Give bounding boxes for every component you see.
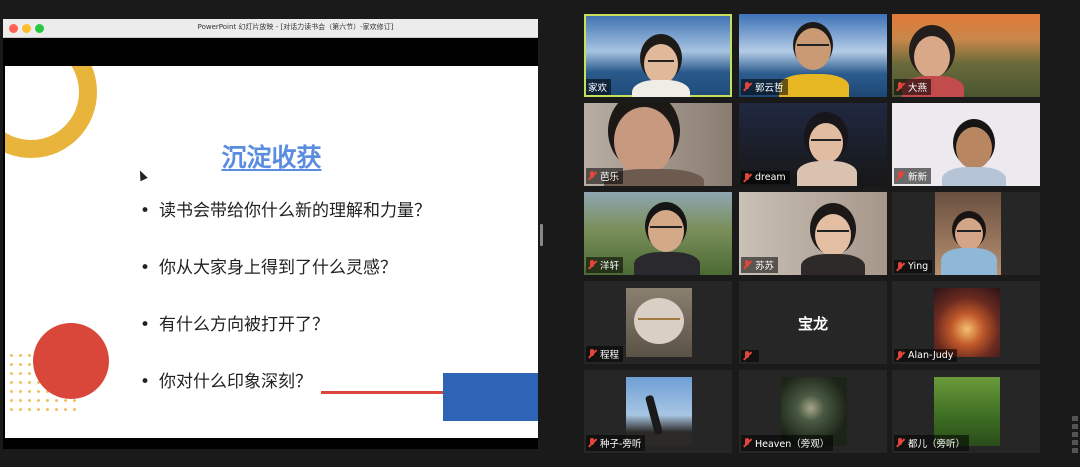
participant-video [935, 192, 1001, 275]
decorative-blue-block [443, 373, 538, 421]
presentation-slide: 沉淀收获 读书会带给你什么新的理解和力量？ 你从大家身上得到了什么灵感？ 有什么… [5, 66, 538, 438]
slide-title: 沉淀收获 [221, 143, 322, 172]
avatar-image [626, 288, 692, 357]
participant-name: Alan-Judy [894, 349, 958, 362]
video-tile[interactable]: 苏苏 [739, 192, 887, 275]
zoom-window-button[interactable] [35, 24, 44, 33]
muted-mic-icon [743, 351, 752, 361]
video-tile[interactable]: dream [739, 103, 887, 186]
participant-name: 苏苏 [741, 257, 779, 273]
decorative-red-circle [33, 323, 109, 399]
close-window-button[interactable] [9, 24, 18, 33]
participant-name: 种子-旁听 [586, 435, 646, 451]
video-tile[interactable]: Heaven（旁观） [739, 370, 887, 453]
video-tile[interactable]: Ying [892, 192, 1040, 275]
muted-mic-icon [588, 438, 597, 448]
video-tile[interactable]: 芭乐 [584, 103, 732, 186]
video-tile[interactable]: 都儿（旁听） [892, 370, 1040, 453]
video-tile[interactable]: 种子-旁听 [584, 370, 732, 453]
video-tile[interactable]: 宝龙 [739, 281, 887, 364]
video-tile[interactable]: 郭云哲 [739, 14, 887, 97]
participant-name: 都儿（旁听） [894, 435, 970, 451]
muted-mic-icon [743, 82, 752, 92]
video-tile[interactable]: 新新 [892, 103, 1040, 186]
muted-mic-icon [743, 438, 752, 448]
side-scrollbar[interactable] [1070, 410, 1080, 467]
avatar-image [934, 288, 1000, 357]
window-title: PowerPoint 幻灯片放映 - [对话力读书会（第六节）-家欢修订] [197, 23, 394, 31]
muted-mic-icon [896, 438, 905, 448]
window-titlebar: PowerPoint 幻灯片放映 - [对话力读书会（第六节）-家欢修订] [3, 19, 538, 38]
muted-mic-icon [896, 261, 905, 272]
participant-name: Ying [894, 260, 933, 273]
participant-name: 芭乐 [586, 168, 624, 184]
minimize-window-button[interactable] [22, 24, 31, 33]
muted-mic-icon [743, 172, 752, 183]
slide-bullet: 读书会带给你什么新的理解和力量？ [140, 196, 431, 253]
video-tile[interactable]: Alan-Judy [892, 281, 1040, 364]
slide-bullet: 你从大家身上得到了什么灵感？ [140, 253, 431, 310]
muted-mic-icon [896, 171, 905, 181]
participant-name: 大燕 [894, 79, 932, 95]
video-off-name: 宝龙 [797, 315, 828, 333]
participant-name: 家欢 [586, 79, 612, 95]
participant-name: 洋轩 [586, 257, 624, 273]
participant-name: 程程 [586, 346, 624, 362]
participant-name: Heaven（旁观） [741, 435, 834, 451]
muted-mic-icon [743, 260, 752, 270]
participant-name [741, 350, 759, 362]
muted-mic-icon [588, 171, 597, 181]
participant-name: 郭云哲 [741, 79, 788, 95]
video-tile[interactable]: 程程 [584, 281, 732, 364]
muted-mic-icon [896, 82, 905, 92]
muted-mic-icon [588, 260, 597, 270]
panel-resize-handle[interactable] [540, 224, 543, 246]
slide-bullet-list: 读书会带给你什么新的理解和力量？ 你从大家身上得到了什么灵感？ 有什么方向被打开… [140, 196, 431, 424]
video-tile[interactable]: 大燕 [892, 14, 1040, 97]
screen-share-window: PowerPoint 幻灯片放映 - [对话力读书会（第六节）-家欢修订] 沉淀… [3, 19, 538, 449]
muted-mic-icon [588, 349, 597, 359]
slide-bullet: 你对什么印象深刻？ [140, 367, 431, 424]
decorative-red-line [321, 391, 443, 394]
muted-mic-icon [896, 350, 905, 361]
video-tile[interactable]: 洋轩 [584, 192, 732, 275]
participant-name: dream [741, 171, 790, 184]
participant-name: 新新 [894, 168, 932, 184]
video-tile[interactable]: 家欢 [584, 14, 732, 97]
slide-bullet: 有什么方向被打开了？ [140, 310, 431, 367]
